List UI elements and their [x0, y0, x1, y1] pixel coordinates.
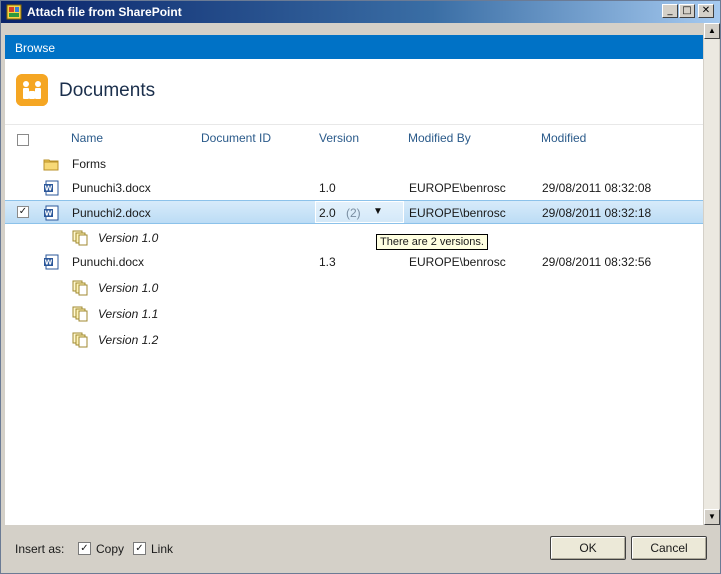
- item-name[interactable]: Version 1.1: [98, 307, 158, 321]
- column-header-name[interactable]: Name: [71, 131, 103, 145]
- svg-text:W: W: [45, 185, 53, 193]
- item-modified-by: EUROPE\benrosc: [409, 181, 506, 195]
- version-icon: [72, 230, 88, 246]
- scroll-up-button[interactable]: ▲: [704, 23, 720, 39]
- maximize-button[interactable]: □: [679, 4, 695, 18]
- column-header-version[interactable]: Version: [319, 131, 359, 145]
- column-header-modified[interactable]: Modified: [541, 131, 586, 145]
- item-modified: 29/08/2011 08:32:08: [542, 181, 652, 195]
- svg-text:W: W: [45, 259, 53, 267]
- word-document-icon: W: [44, 180, 59, 196]
- list-item-version[interactable]: Version 1.0: [5, 226, 703, 250]
- window-title: Attach file from SharePoint: [27, 5, 182, 19]
- link-label[interactable]: Link: [151, 542, 173, 556]
- list-item-version[interactable]: Version 1.1: [5, 302, 703, 326]
- document-list-panel: Documents Name Document ID Version Modif…: [5, 59, 703, 525]
- documents-library-icon: [16, 74, 48, 106]
- app-icon: [6, 4, 22, 20]
- versions-tooltip: There are 2 versions.: [376, 234, 488, 250]
- item-name[interactable]: Punuchi2.docx: [72, 206, 151, 220]
- vertical-scrollbar[interactable]: ▲ ▼: [703, 23, 720, 525]
- item-modified-by: EUROPE\benrosc: [409, 206, 506, 220]
- item-name[interactable]: Punuchi3.docx: [72, 181, 151, 195]
- item-version: 1.3: [319, 255, 336, 269]
- svg-text:W: W: [45, 210, 53, 218]
- close-button[interactable]: ✕: [698, 4, 714, 18]
- item-name[interactable]: Version 1.2: [98, 333, 158, 347]
- item-modified: 29/08/2011 08:32:56: [542, 255, 652, 269]
- column-header-modified-by[interactable]: Modified By: [408, 131, 471, 145]
- cancel-button[interactable]: Cancel: [631, 536, 707, 560]
- column-header-document-id[interactable]: Document ID: [201, 131, 271, 145]
- select-all-checkbox[interactable]: [17, 134, 29, 146]
- list-item-version[interactable]: Version 1.2: [5, 328, 703, 352]
- copy-label[interactable]: Copy: [96, 542, 124, 556]
- minimize-button[interactable]: _: [662, 4, 678, 18]
- item-name[interactable]: Punuchi.docx: [72, 255, 144, 269]
- list-item-file-selected[interactable]: ✓ W Punuchi2.docx 2.0 (2) ▼ EUROPE\benro…: [5, 200, 703, 224]
- item-version: 1.0: [319, 181, 336, 195]
- item-version: 2.0: [319, 206, 336, 220]
- item-modified: 29/08/2011 08:32:18: [542, 206, 652, 220]
- title-bar: Attach file from SharePoint _ □ ✕: [1, 1, 720, 23]
- insert-as-label: Insert as:: [15, 542, 65, 556]
- ribbon-tab-browse[interactable]: Browse: [15, 41, 55, 55]
- item-name[interactable]: Version 1.0: [98, 281, 158, 295]
- item-name[interactable]: Version 1.0: [98, 231, 158, 245]
- word-document-icon: W: [44, 205, 59, 221]
- list-item-version[interactable]: Version 1.0: [5, 276, 703, 300]
- list-item-folder-forms[interactable]: Forms: [5, 152, 703, 176]
- ribbon: Browse: [5, 35, 703, 59]
- copy-checkbox[interactable]: ✓: [78, 542, 91, 555]
- item-version-count: (2): [346, 206, 361, 220]
- version-icon: [72, 280, 88, 296]
- list-item-file[interactable]: W Punuchi3.docx 1.0 EUROPE\benrosc 29/08…: [5, 176, 703, 200]
- version-icon: [72, 306, 88, 322]
- library-title: Documents: [59, 80, 156, 101]
- chevron-down-icon[interactable]: ▼: [373, 206, 383, 217]
- row-checkbox[interactable]: ✓: [17, 206, 29, 218]
- link-checkbox[interactable]: ✓: [133, 542, 146, 555]
- item-name[interactable]: Forms: [72, 157, 106, 171]
- header-divider: [5, 124, 703, 125]
- dialog-window: Attach file from SharePoint _ □ ✕ Browse…: [0, 0, 721, 574]
- scroll-down-button[interactable]: ▼: [704, 509, 720, 525]
- folder-icon: [43, 159, 59, 171]
- ok-button[interactable]: OK: [550, 536, 626, 560]
- item-modified-by: EUROPE\benrosc: [409, 255, 506, 269]
- list-item-file[interactable]: W Punuchi.docx 1.3 EUROPE\benrosc 29/08/…: [5, 250, 703, 274]
- word-document-icon: W: [44, 254, 59, 270]
- version-icon: [72, 332, 88, 348]
